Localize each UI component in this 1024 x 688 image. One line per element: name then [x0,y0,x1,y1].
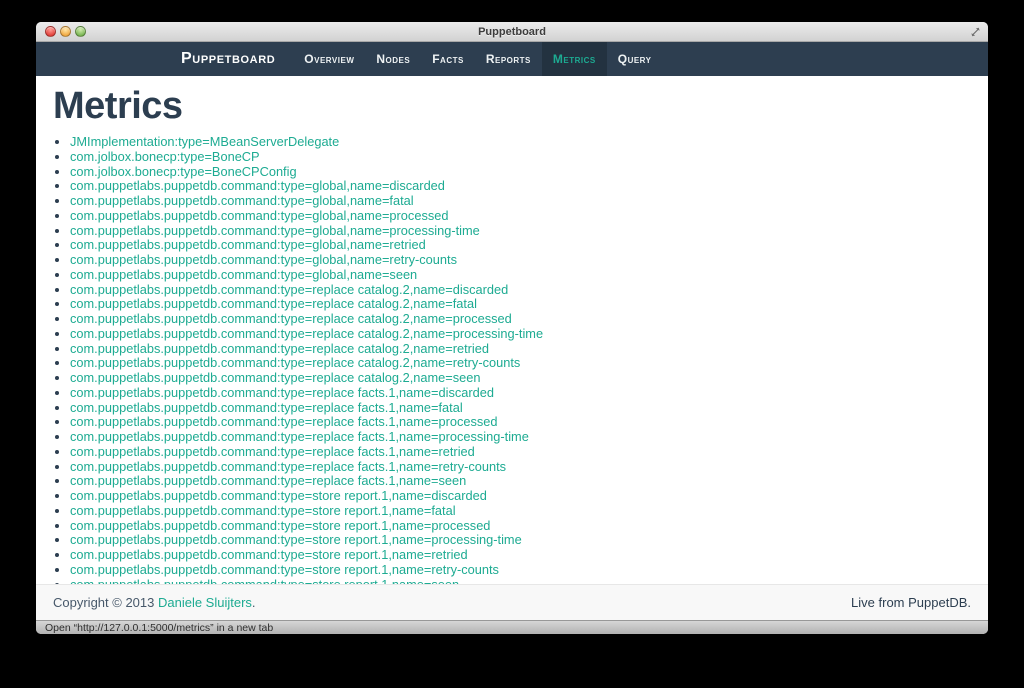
metric-link[interactable]: com.puppetlabs.puppetdb.command:type=rep… [70,370,481,385]
metric-link[interactable]: com.puppetlabs.puppetdb.command:type=rep… [70,459,506,474]
browser-status-bar: Open “http://127.0.0.1:5000/metrics” in … [36,620,988,634]
metric-list-item: com.puppetlabs.puppetdb.command:type=glo… [70,267,971,283]
nav-item-query[interactable]: Query [607,42,663,76]
metric-link[interactable]: com.puppetlabs.puppetdb.command:type=rep… [70,429,529,444]
copyright: Copyright © 2013 Daniele Sluijters. [53,595,256,610]
metric-list-item: com.puppetlabs.puppetdb.command:type=glo… [70,208,971,224]
navbar-brand[interactable]: Puppetboard [181,42,293,76]
metric-list-item: com.puppetlabs.puppetdb.command:type=rep… [70,444,971,460]
metric-link[interactable]: com.jolbox.bonecp:type=BoneCP [70,149,260,164]
window-titlebar[interactable]: Puppetboard [36,22,988,42]
live-from-puppetdb-label: Live from PuppetDB. [851,595,971,610]
metric-list-item: com.puppetlabs.puppetdb.command:type=sto… [70,488,971,504]
metric-list-item: com.puppetlabs.puppetdb.command:type=sto… [70,503,971,519]
metric-list-item: com.jolbox.bonecp:type=BoneCP [70,149,971,165]
metric-list-item: com.puppetlabs.puppetdb.command:type=rep… [70,385,971,401]
nav-item-reports[interactable]: Reports [475,42,542,76]
metric-list-item: com.puppetlabs.puppetdb.command:type=glo… [70,193,971,209]
metric-link[interactable]: com.puppetlabs.puppetdb.command:type=glo… [70,252,457,267]
nav-item: Overview [293,42,365,76]
metric-link[interactable]: com.puppetlabs.puppetdb.command:type=glo… [70,267,417,282]
metric-list-item: com.puppetlabs.puppetdb.command:type=glo… [70,252,971,268]
zoom-button[interactable] [75,26,86,37]
copyright-suffix: . [251,595,256,610]
metric-link[interactable]: com.puppetlabs.puppetdb.command:type=glo… [70,223,480,238]
metric-link[interactable]: com.puppetlabs.puppetdb.command:type=sto… [70,577,459,584]
metric-list-item: com.puppetlabs.puppetdb.command:type=rep… [70,414,971,430]
app-window: Puppetboard Puppetboard Overview Nodes F… [36,22,988,634]
metric-list-item: com.puppetlabs.puppetdb.command:type=glo… [70,223,971,239]
metric-link[interactable]: com.puppetlabs.puppetdb.command:type=rep… [70,282,508,297]
metric-list-item: com.puppetlabs.puppetdb.command:type=rep… [70,370,971,386]
metric-link[interactable]: com.puppetlabs.puppetdb.command:type=rep… [70,385,494,400]
metric-link[interactable]: com.puppetlabs.puppetdb.command:type=sto… [70,503,456,518]
page-title: Metrics [53,85,183,127]
window-title: Puppetboard [478,25,546,38]
nav-item-facts[interactable]: Facts [421,42,475,76]
metric-list-item: com.puppetlabs.puppetdb.command:type=glo… [70,237,971,253]
copyright-prefix: Copyright © 2013 [53,595,158,610]
status-bar-text: Open “http://127.0.0.1:5000/metrics” in … [45,621,274,634]
page-footer: Copyright © 2013 Daniele Sluijters. Live… [36,584,988,620]
main-navbar: Puppetboard Overview Nodes Facts Reports… [36,42,988,76]
metric-link[interactable]: com.puppetlabs.puppetdb.command:type=glo… [70,178,445,193]
traffic-lights [45,22,86,41]
nav-item: Metrics [541,42,607,76]
metric-list-item: com.jolbox.bonecp:type=BoneCPConfig [70,164,971,180]
page-content: Metrics JMImplementation:type=MBeanServe… [36,76,988,584]
metric-list-item: com.puppetlabs.puppetdb.command:type=rep… [70,355,971,371]
metrics-list: JMImplementation:type=MBeanServerDelegat… [53,134,971,584]
metric-link[interactable]: com.puppetlabs.puppetdb.command:type=glo… [70,208,448,223]
nav-item: Reports [475,42,542,76]
metric-link[interactable]: com.puppetlabs.puppetdb.command:type=sto… [70,518,490,533]
metric-link[interactable]: com.puppetlabs.puppetdb.command:type=rep… [70,400,463,415]
metric-list-item: com.puppetlabs.puppetdb.command:type=sto… [70,532,971,548]
metric-list-item: com.puppetlabs.puppetdb.command:type=rep… [70,400,971,416]
metric-list-item: com.puppetlabs.puppetdb.command:type=rep… [70,311,971,327]
metric-link[interactable]: com.puppetlabs.puppetdb.command:type=rep… [70,444,475,459]
metric-list-item: com.puppetlabs.puppetdb.command:type=sto… [70,518,971,534]
metric-list-item: com.puppetlabs.puppetdb.command:type=rep… [70,296,971,312]
metric-link[interactable]: com.puppetlabs.puppetdb.command:type=sto… [70,562,499,577]
metric-list-item: com.puppetlabs.puppetdb.command:type=sto… [70,562,971,578]
metric-list-item: com.puppetlabs.puppetdb.command:type=rep… [70,459,971,475]
nav-item: Query [607,42,663,76]
nav-item-nodes[interactable]: Nodes [365,42,421,76]
nav-items: Overview Nodes Facts Reports Metrics Que… [293,42,662,76]
metric-link[interactable]: JMImplementation:type=MBeanServerDelegat… [70,134,339,149]
metric-list-item: com.puppetlabs.puppetdb.command:type=rep… [70,326,971,342]
nav-item-overview[interactable]: Overview [293,42,365,76]
metric-list-item: com.puppetlabs.puppetdb.command:type=sto… [70,547,971,563]
nav-item: Facts [421,42,475,76]
metric-list-item: JMImplementation:type=MBeanServerDelegat… [70,134,971,150]
metric-list-item: com.puppetlabs.puppetdb.command:type=glo… [70,178,971,194]
metric-link[interactable]: com.puppetlabs.puppetdb.command:type=rep… [70,296,477,311]
nav-item-metrics[interactable]: Metrics [541,42,607,76]
metric-link[interactable]: com.puppetlabs.puppetdb.command:type=sto… [70,547,468,562]
metric-list-item: com.puppetlabs.puppetdb.command:type=rep… [70,473,971,489]
fullscreen-icon[interactable] [970,26,981,37]
author-link[interactable]: Daniele Sluijters [158,595,252,610]
metric-link[interactable]: com.puppetlabs.puppetdb.command:type=rep… [70,326,543,341]
metric-link[interactable]: com.puppetlabs.puppetdb.command:type=glo… [70,237,426,252]
metric-link[interactable]: com.puppetlabs.puppetdb.command:type=rep… [70,341,489,356]
metric-link[interactable]: com.puppetlabs.puppetdb.command:type=sto… [70,488,487,503]
minimize-button[interactable] [60,26,71,37]
metric-link[interactable]: com.puppetlabs.puppetdb.command:type=rep… [70,355,520,370]
metric-link[interactable]: com.puppetlabs.puppetdb.command:type=rep… [70,414,498,429]
metric-link[interactable]: com.puppetlabs.puppetdb.command:type=rep… [70,473,466,488]
metric-list-item: com.puppetlabs.puppetdb.command:type=rep… [70,429,971,445]
close-button[interactable] [45,26,56,37]
metric-link[interactable]: com.puppetlabs.puppetdb.command:type=sto… [70,532,522,547]
metric-list-item: com.puppetlabs.puppetdb.command:type=rep… [70,341,971,357]
metric-link[interactable]: com.puppetlabs.puppetdb.command:type=glo… [70,193,414,208]
metric-list-item: com.puppetlabs.puppetdb.command:type=rep… [70,282,971,298]
metric-link[interactable]: com.jolbox.bonecp:type=BoneCPConfig [70,164,297,179]
nav-item: Nodes [365,42,421,76]
metric-link[interactable]: com.puppetlabs.puppetdb.command:type=rep… [70,311,512,326]
